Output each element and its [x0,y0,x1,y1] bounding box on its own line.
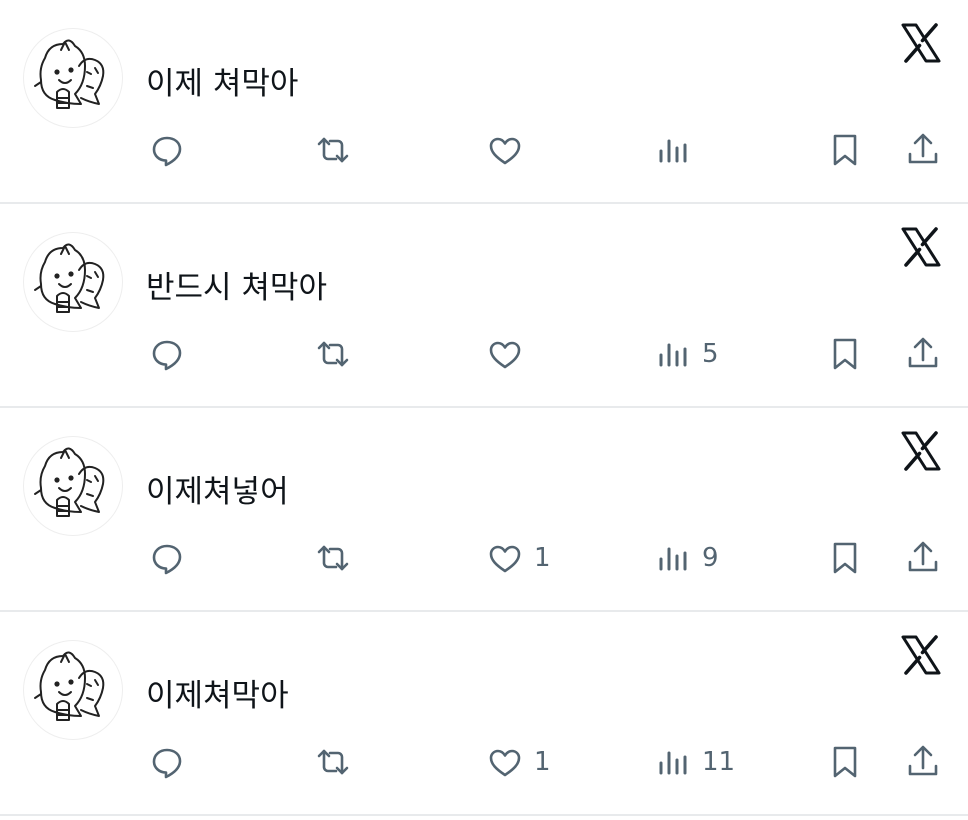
reply-icon [152,136,182,167]
like-button[interactable]: 1 [486,536,551,580]
heart-icon [489,749,521,777]
repost-button[interactable] [314,740,352,784]
post-card[interactable]: 이제쳐막아 1 11 [0,612,968,816]
share-icon [908,745,938,776]
x-logo-icon[interactable] [900,430,942,472]
post-feed: 이제 쳐막아 반드시 쳐막아 5 이제쳐넣어 1 9 이제쳐막아 1 11 [0,0,968,820]
repost-icon [317,341,349,367]
avatar-illustration-icon [34,651,105,721]
bookmark-icon [833,134,857,166]
reply-button[interactable] [148,536,186,580]
avatar[interactable] [23,640,123,740]
views-icon [659,547,687,571]
like-button[interactable]: 1 [486,740,551,784]
reply-button[interactable] [148,740,186,784]
repost-icon [317,137,349,163]
views-icon [659,343,687,367]
views-button[interactable]: 9 [654,536,719,580]
repost-button[interactable] [314,128,352,172]
share-button[interactable] [904,536,942,580]
action-bar: 5 [0,332,968,376]
repost-icon [317,749,349,775]
reply-icon [152,340,182,371]
share-icon [908,133,938,164]
post-text: 이제쳐막아 [146,678,289,714]
views-button[interactable] [654,128,702,172]
share-icon [908,541,938,572]
avatar[interactable] [23,436,123,536]
post-card[interactable]: 반드시 쳐막아 5 [0,204,968,408]
view-count: 9 [702,543,719,573]
post-card[interactable]: 이제 쳐막아 [0,0,968,204]
reply-button[interactable] [148,128,186,172]
view-count: 5 [702,339,719,369]
heart-icon [489,341,521,369]
share-icon [908,337,938,368]
bookmark-button[interactable] [826,128,864,172]
like-button[interactable] [486,332,534,376]
like-button[interactable] [486,128,534,172]
action-bar: 1 9 [0,536,968,580]
view-count: 11 [702,747,736,777]
bookmark-button[interactable] [826,332,864,376]
avatar[interactable] [23,28,123,128]
share-button[interactable] [904,740,942,784]
post-card[interactable]: 이제쳐넣어 1 9 [0,408,968,612]
avatar-illustration-icon [34,243,105,313]
avatar-illustration-icon [34,39,105,109]
views-button[interactable]: 11 [654,740,735,784]
x-logo-icon[interactable] [900,634,942,676]
like-count: 1 [534,747,551,777]
reply-icon [152,544,182,575]
action-bar: 1 11 [0,740,968,784]
share-button[interactable] [904,332,942,376]
bookmark-icon [833,542,857,574]
bookmark-button[interactable] [826,740,864,784]
post-text: 이제쳐넣어 [146,474,289,510]
avatar-illustration-icon [34,447,105,517]
views-button[interactable]: 5 [654,332,719,376]
reply-button[interactable] [148,332,186,376]
x-logo-icon[interactable] [900,22,942,64]
bookmark-button[interactable] [826,536,864,580]
heart-icon [489,545,521,573]
repost-button[interactable] [314,536,352,580]
x-logo-icon[interactable] [900,226,942,268]
repost-icon [317,545,349,571]
views-icon [659,751,687,775]
like-count: 1 [534,543,551,573]
reply-icon [152,748,182,779]
bookmark-icon [833,746,857,778]
bookmark-icon [833,338,857,370]
repost-button[interactable] [314,332,352,376]
share-button[interactable] [904,128,942,172]
heart-icon [489,137,521,165]
post-text: 이제 쳐막아 [146,66,299,102]
action-bar [0,128,968,172]
avatar[interactable] [23,232,123,332]
views-icon [659,139,687,163]
post-text: 반드시 쳐막아 [146,270,327,306]
